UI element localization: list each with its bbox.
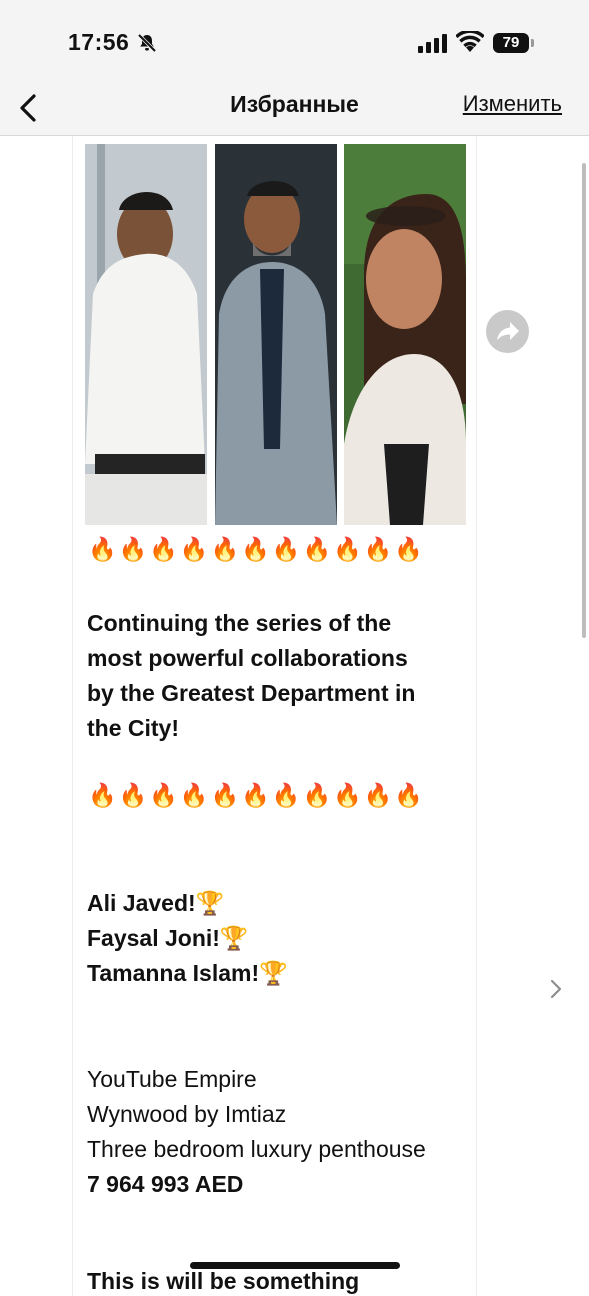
person-name: Ali Javed!🏆: [87, 890, 225, 916]
share-button[interactable]: [486, 310, 529, 353]
people-list: Ali Javed!🏆 Faysal Joni!🏆 Tamanna Islam!…: [87, 886, 467, 991]
photo-person-3: [344, 144, 466, 525]
headline-line: by the Greatest Department in: [87, 680, 416, 706]
wifi-icon: [456, 31, 484, 52]
property-price: 7 964 993 AED: [87, 1171, 244, 1197]
cellular-signal-icon: [418, 34, 447, 53]
detail-line: YouTube Empire: [87, 1066, 257, 1092]
scrollbar[interactable]: [582, 163, 586, 638]
chevron-right-icon[interactable]: [546, 978, 566, 1000]
person-name: Faysal Joni!🏆: [87, 925, 249, 951]
photo-person-1: [85, 144, 207, 525]
share-arrow-icon: [497, 322, 519, 341]
edit-button[interactable]: Изменить: [463, 91, 562, 117]
back-button[interactable]: [10, 86, 50, 130]
home-indicator[interactable]: [190, 1262, 400, 1269]
bell-slash-icon: [137, 33, 157, 53]
battery-tip: [531, 39, 534, 47]
person-name: Tamanna Islam!🏆: [87, 960, 288, 986]
photo-person-2: [215, 144, 337, 525]
favorite-post-card[interactable]: 🔥🔥🔥🔥🔥🔥🔥🔥🔥🔥🔥 Continuing the series of the…: [72, 136, 477, 1296]
fire-emoji-row: 🔥🔥🔥🔥🔥🔥🔥🔥🔥🔥🔥: [88, 782, 426, 808]
headline-line: Continuing the series of the: [87, 610, 392, 636]
fire-emoji-row: 🔥🔥🔥🔥🔥🔥🔥🔥🔥🔥🔥: [88, 536, 426, 562]
post-headline: Continuing the series of the most powerf…: [87, 606, 467, 746]
post-photo-collage[interactable]: [85, 144, 466, 525]
headline-line: most powerful collaborations: [87, 645, 408, 671]
status-bar: 17:56 79: [0, 0, 589, 80]
battery-level: 79: [493, 33, 529, 53]
property-details: YouTube Empire Wynwood by Imtiaz Three b…: [87, 1062, 467, 1202]
detail-line: Wynwood by Imtiaz: [87, 1101, 287, 1127]
navigation-bar: Избранные Изменить: [0, 80, 589, 136]
chevron-left-icon: [20, 94, 36, 122]
detail-line: Three bedroom luxury penthouse: [87, 1136, 426, 1162]
status-time: 17:56: [68, 29, 130, 55]
battery-indicator: 79: [493, 33, 535, 53]
headline-line: the City!: [87, 715, 179, 741]
